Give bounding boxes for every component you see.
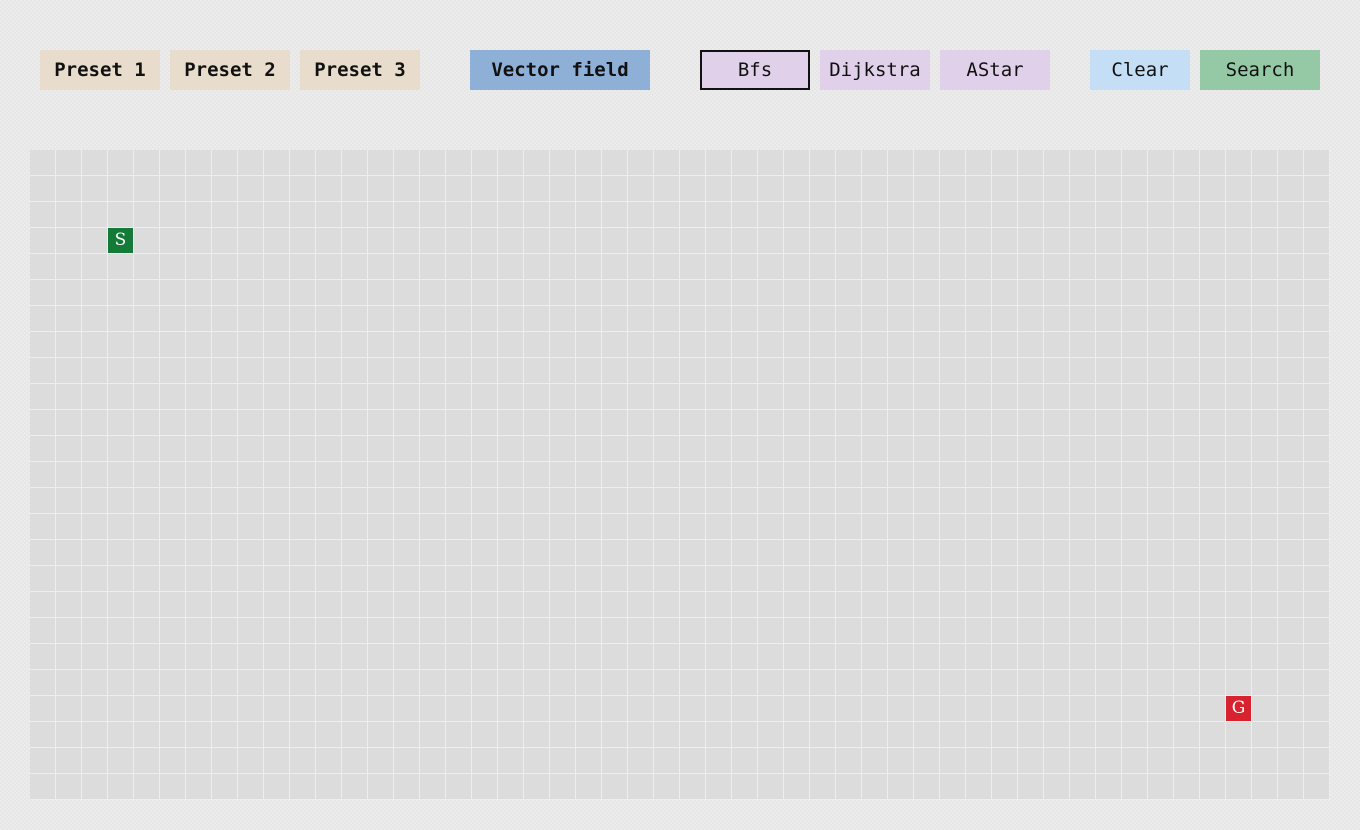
pathfinding-grid[interactable]: S G <box>30 150 1330 800</box>
astar-button[interactable]: AStar <box>940 50 1050 90</box>
preset-3-button[interactable]: Preset 3 <box>300 50 420 90</box>
search-button[interactable]: Search <box>1200 50 1320 90</box>
preset-1-button[interactable]: Preset 1 <box>40 50 160 90</box>
bfs-button[interactable]: Bfs <box>700 50 810 90</box>
goal-node[interactable]: G <box>1226 696 1251 721</box>
start-node[interactable]: S <box>108 228 133 253</box>
vector-field-button[interactable]: Vector field <box>470 50 650 90</box>
clear-button[interactable]: Clear <box>1090 50 1190 90</box>
dijkstra-button[interactable]: Dijkstra <box>820 50 930 90</box>
preset-2-button[interactable]: Preset 2 <box>170 50 290 90</box>
